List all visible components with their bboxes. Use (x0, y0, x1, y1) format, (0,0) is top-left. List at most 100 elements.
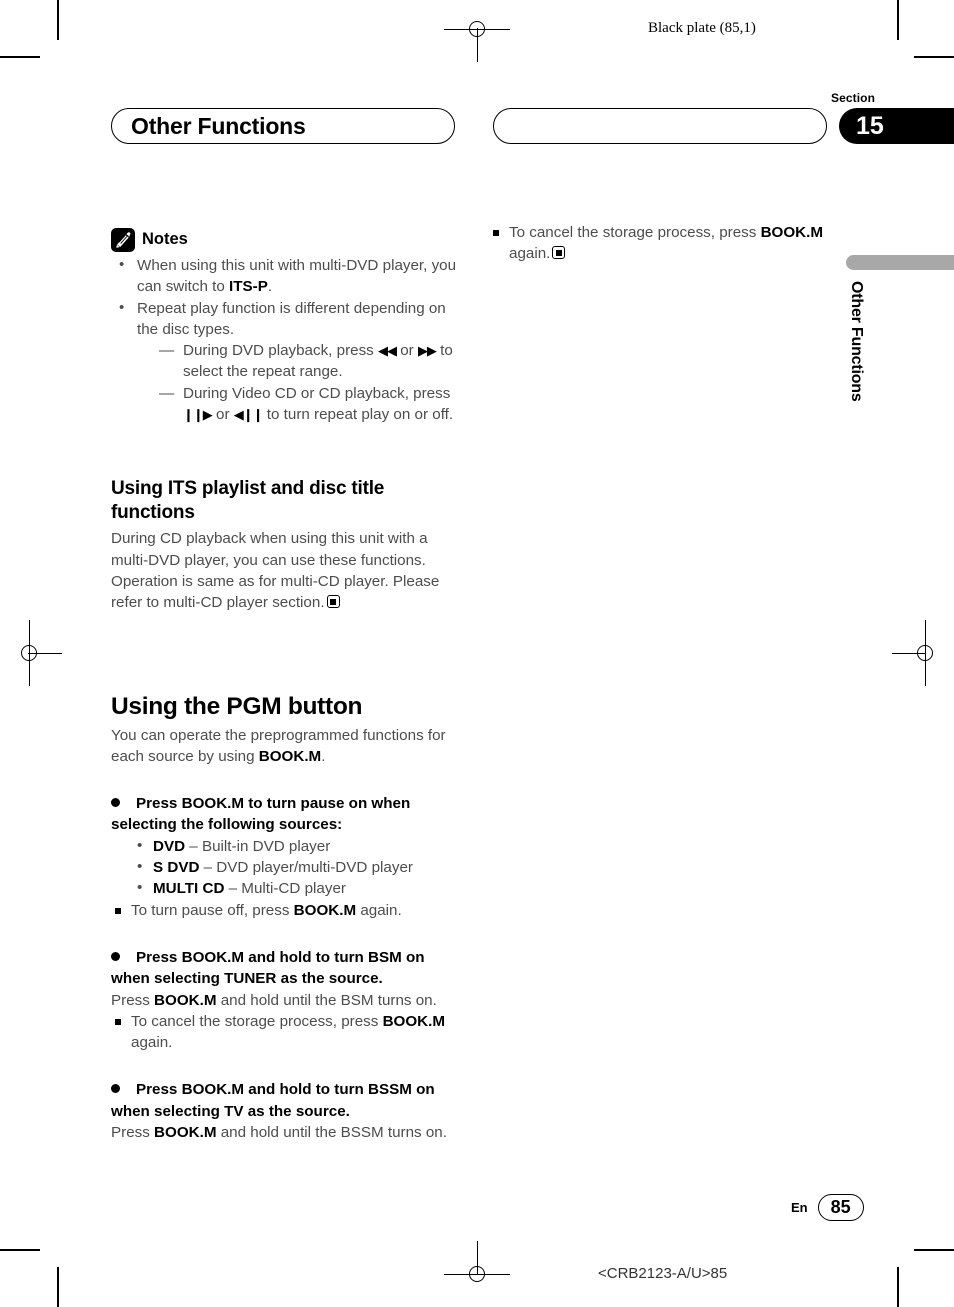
source-desc: – DVD player/multi-DVD player (199, 859, 413, 877)
notes-heading: Notes (111, 228, 457, 252)
bullet-dot-icon (111, 1084, 120, 1094)
blank-title-pill (493, 108, 827, 144)
body-bold-term: BOOK.M (154, 1124, 217, 1142)
notes-sublist: During DVD playback, press ◀◀ or ▶▶ to s… (137, 340, 457, 425)
fast-forward-icon: ▶▶ (417, 343, 437, 359)
list-item: When using this unit with multi-DVD play… (111, 254, 457, 298)
page-title: Other Functions (131, 112, 306, 139)
source-list: DVD – Built-in DVD player S DVD – DVD pl… (111, 835, 457, 900)
rewind-icon: ◀◀ (377, 343, 397, 359)
crop-mark-bottom-left-vertical (57, 1267, 59, 1307)
pause-forward-icon: ❙❙▶ (183, 407, 213, 423)
its-section-body: During CD playback when using this unit … (111, 528, 457, 613)
pause-back-icon: ◀❙❙ (233, 407, 264, 423)
right-column: To cancel the storage process, press BOO… (489, 222, 835, 265)
list-item: Repeat play function is different depend… (111, 297, 457, 426)
note-text: When using this unit with multi-DVD play… (137, 257, 457, 296)
manual-page: document.querySelectorAll('.reg').forEac… (0, 0, 954, 1307)
action3-body: Press BOOK.M and hold until the BSSM tur… (111, 1122, 457, 1143)
side-tab-label: Other Functions (848, 281, 865, 402)
subnote-text: or (395, 342, 418, 360)
action-heading-bsm: Press BOOK.M and hold to turn BSM on whe… (111, 947, 457, 990)
note-text-tail: again. (356, 901, 402, 919)
note-bold-term: BOOK.M (293, 901, 357, 919)
end-of-section-icon (552, 246, 566, 260)
pgm-section-heading: Using the PGM button (111, 692, 363, 720)
registration-mark-right (892, 620, 940, 686)
page-number: 85 (817, 1194, 864, 1221)
subnote-text: During Video CD or CD playback, press (183, 384, 451, 402)
body-text: Press (111, 1124, 155, 1142)
action1-heading-text: Press BOOK.M to turn pause on when selec… (111, 795, 411, 834)
crop-mark-bottom-left-horizontal (0, 1249, 40, 1251)
subnote-text: to turn repeat play on or off. (262, 406, 454, 424)
action1-note-list: To turn pause off, press BOOK.M again. (111, 900, 457, 921)
section-number-badge: 15 (839, 108, 954, 144)
source-desc: – Multi-CD player (224, 880, 346, 898)
crop-mark-top-left-vertical (57, 0, 59, 40)
note-text: To cancel the storage process, press (509, 224, 761, 241)
source-name: DVD (153, 837, 186, 855)
registration-mark-left (14, 620, 62, 686)
note-bold-term: BOOK.M (760, 224, 824, 241)
list-item: To turn pause off, press BOOK.M again. (111, 900, 457, 921)
action2-body: Press BOOK.M and hold until the BSM turn… (111, 990, 457, 1011)
bullet-dot-icon (111, 798, 120, 808)
left-column: Notes When using this unit with multi-DV… (111, 228, 457, 1143)
note-bold-term: BOOK.M (382, 1012, 446, 1030)
body-text: Press (111, 991, 155, 1009)
list-item: DVD – Built-in DVD player (131, 835, 457, 857)
its-body-text: During CD playback when using this unit … (111, 530, 440, 612)
pencil-icon (111, 228, 135, 252)
pgm-intro-tail: . (321, 747, 326, 765)
note-text-tail: again. (509, 245, 551, 263)
registration-mark-top (444, 14, 510, 62)
crop-mark-top-right-horizontal (914, 56, 954, 58)
subnote-text: or (211, 406, 234, 424)
crop-mark-top-left-horizontal (0, 56, 40, 58)
crop-mark-top-right-vertical (897, 0, 899, 40)
source-name: MULTI CD (153, 880, 225, 898)
list-item: During DVD playback, press ◀◀ or ▶▶ to s… (159, 340, 457, 383)
crop-mark-bottom-right-horizontal (914, 1249, 954, 1251)
body-text-tail: and hold until the BSM turns on. (216, 991, 437, 1009)
right-note-list: To cancel the storage process, press BOO… (489, 222, 835, 265)
section-label: Section (831, 91, 876, 105)
list-item: S DVD – DVD player/multi-DVD player (131, 856, 457, 878)
list-item: To cancel the storage process, press BOO… (489, 222, 835, 265)
list-item: To cancel the storage process, press BOO… (111, 1011, 457, 1054)
its-section-heading: Using ITS playlist and disc title functi… (111, 478, 385, 524)
chapter-title-pill: Other Functions (111, 108, 455, 144)
subnote-text: During DVD playback, press (183, 342, 378, 360)
document-code: <CRB2123-A/U>85 (598, 1265, 728, 1282)
note-text: To turn pause off, press (131, 901, 294, 919)
action2-note-list: To cancel the storage process, press BOO… (111, 1011, 457, 1054)
list-item: During Video CD or CD playback, press ❙❙… (159, 383, 457, 426)
end-of-section-icon (326, 595, 340, 609)
pgm-intro-bold: BOOK.M (258, 747, 322, 765)
registration-mark-bottom (444, 1241, 510, 1289)
bullet-dot-icon (111, 951, 120, 961)
body-text-tail: and hold until the BSSM turns on. (216, 1124, 447, 1142)
notes-label: Notes (142, 230, 188, 249)
note-text-tail: again. (131, 1034, 173, 1052)
note-bold-term: ITS-P (229, 278, 268, 296)
notes-list: When using this unit with multi-DVD play… (111, 254, 457, 426)
pgm-section-intro: You can operate the preprogrammed functi… (111, 725, 457, 768)
source-desc: – Built-in DVD player (185, 837, 331, 855)
language-code: En (791, 1200, 808, 1215)
list-item: MULTI CD – Multi-CD player (131, 877, 457, 899)
source-name: S DVD (153, 859, 200, 877)
action-heading-pause: Press BOOK.M to turn pause on when selec… (111, 793, 457, 836)
action-heading-bssm: Press BOOK.M and hold to turn BSSM on wh… (111, 1079, 457, 1122)
thumb-tab-bar (846, 255, 954, 270)
action3-heading-text: Press BOOK.M and hold to turn BSSM on wh… (111, 1081, 435, 1120)
page-footer: En 85 (791, 1194, 864, 1221)
black-plate-marker: Black plate (85,1) (648, 20, 756, 36)
